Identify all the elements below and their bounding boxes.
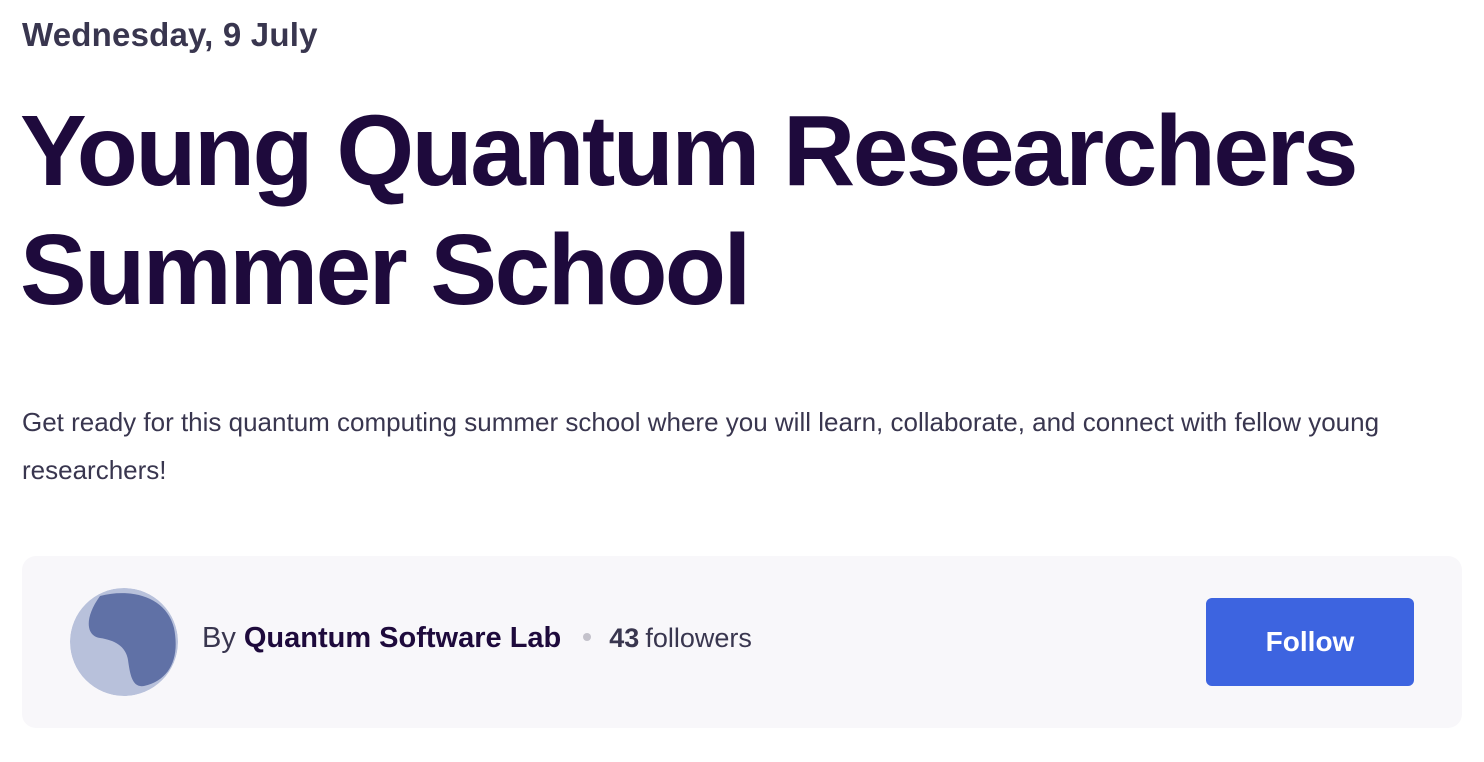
event-date: Wednesday, 9 July <box>22 16 318 53</box>
by-label: By <box>202 622 236 654</box>
follow-button[interactable]: Follow <box>1206 598 1414 686</box>
organizer-name-link[interactable]: Quantum Software Lab <box>244 622 561 655</box>
organizer-avatar-blob-icon <box>70 588 178 696</box>
event-title: Young Quantum Researchers Summer School <box>20 95 1359 326</box>
organizer-avatar[interactable] <box>70 588 178 696</box>
organizer-info: By Quantum Software Lab 43 followers <box>202 622 752 655</box>
organizer-card: By Quantum Software Lab 43 followers Fol… <box>22 556 1462 728</box>
separator-dot <box>583 633 592 641</box>
event-summary: Get ready for this quantum computing sum… <box>22 407 1380 485</box>
followers-label: followers <box>645 623 752 653</box>
followers-count: 43 <box>609 623 640 653</box>
event-page: Wednesday, 9 July Young Quantum Research… <box>0 0 1484 762</box>
